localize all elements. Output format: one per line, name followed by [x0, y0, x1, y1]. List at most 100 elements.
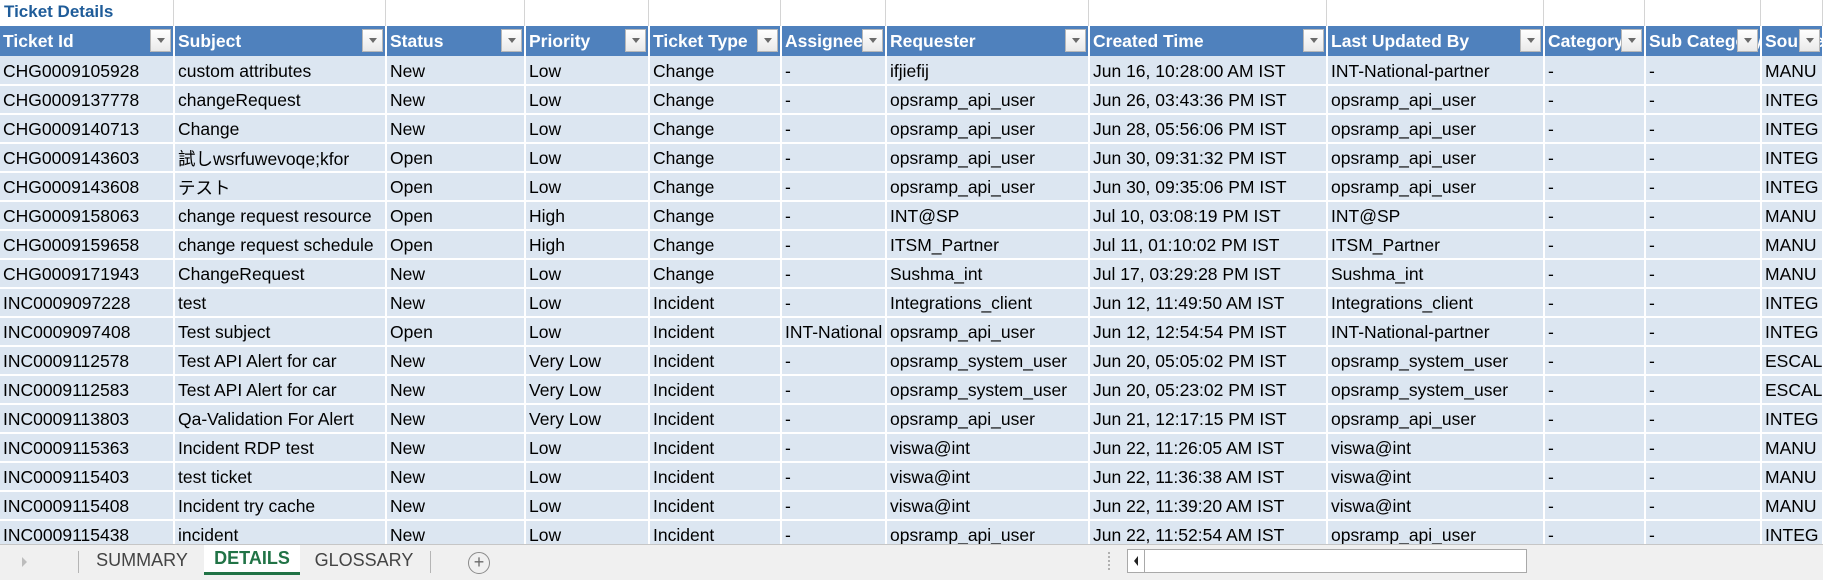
- column-header-ticket-type[interactable]: Ticket Type: [649, 26, 782, 56]
- sheet-title[interactable]: Ticket Details: [4, 2, 113, 22]
- cell-created-time[interactable]: Jun 22, 11:39:20 AM IST: [1089, 491, 1328, 521]
- cell-created-time[interactable]: Jun 30, 09:35:06 PM IST: [1089, 172, 1328, 202]
- cell-ticket-id[interactable]: CHG0009171943: [0, 259, 175, 289]
- cell-priority[interactable]: Very Low: [525, 375, 650, 405]
- cell-ticket-id[interactable]: INC0009112583: [0, 375, 175, 405]
- filter-dropdown-icon[interactable]: [1799, 29, 1820, 52]
- cell-requester[interactable]: opsramp_system_user: [886, 375, 1090, 405]
- cell-assignee[interactable]: -: [781, 288, 887, 318]
- cell-source[interactable]: MANU: [1761, 56, 1823, 86]
- cell-ticket-id[interactable]: INC0009115408: [0, 491, 175, 521]
- column-header-source[interactable]: Source: [1761, 26, 1823, 56]
- cell-category[interactable]: -: [1544, 520, 1646, 544]
- cell-ticket-type[interactable]: Change: [649, 172, 782, 202]
- cell-ticket-type[interactable]: Incident: [649, 462, 782, 492]
- cell-created-time[interactable]: Jun 22, 11:26:05 AM IST: [1089, 433, 1328, 463]
- filter-dropdown-icon[interactable]: [362, 29, 383, 52]
- cell-sub-category[interactable]: -: [1645, 317, 1762, 347]
- cell-ticket-type[interactable]: Change: [649, 114, 782, 144]
- cell-assignee[interactable]: -: [781, 230, 887, 260]
- cell-ticket-type[interactable]: Change: [649, 259, 782, 289]
- cell-assignee[interactable]: -: [781, 172, 887, 202]
- cell-sub-category[interactable]: -: [1645, 433, 1762, 463]
- cell-assignee[interactable]: -: [781, 259, 887, 289]
- tab-summary[interactable]: SUMMARY: [80, 545, 204, 575]
- cell-last-updated-by[interactable]: opsramp_api_user: [1327, 143, 1545, 173]
- cell-subject[interactable]: Test API Alert for car: [174, 375, 387, 405]
- cell-last-updated-by[interactable]: opsramp_api_user: [1327, 85, 1545, 115]
- cell-last-updated-by[interactable]: opsramp_api_user: [1327, 114, 1545, 144]
- cell-sub-category[interactable]: -: [1645, 56, 1762, 86]
- cell-sub-category[interactable]: -: [1645, 404, 1762, 434]
- cell-requester[interactable]: Integrations_client: [886, 288, 1090, 318]
- filter-dropdown-icon[interactable]: [150, 29, 171, 52]
- cell-sub-category[interactable]: -: [1645, 462, 1762, 492]
- cell-assignee[interactable]: -: [781, 404, 887, 434]
- cell-source[interactable]: MANU: [1761, 230, 1823, 260]
- cell-requester[interactable]: opsramp_api_user: [886, 520, 1090, 544]
- cell-assignee[interactable]: -: [781, 56, 887, 86]
- cell-ticket-id[interactable]: CHG0009137778: [0, 85, 175, 115]
- cell-subject[interactable]: Incident try cache: [174, 491, 387, 521]
- cell-created-time[interactable]: Jun 20, 05:23:02 PM IST: [1089, 375, 1328, 405]
- cell-sub-category[interactable]: -: [1645, 230, 1762, 260]
- cell-ticket-id[interactable]: CHG0009105928: [0, 56, 175, 86]
- cell-ticket-type[interactable]: Change: [649, 201, 782, 231]
- cell-created-time[interactable]: Jun 12, 12:54:54 PM IST: [1089, 317, 1328, 347]
- cell-ticket-type[interactable]: Incident: [649, 520, 782, 544]
- title-row-cell[interactable]: [649, 0, 781, 26]
- cell-subject[interactable]: incident: [174, 520, 387, 544]
- cell-category[interactable]: -: [1544, 491, 1646, 521]
- cell-assignee[interactable]: -: [781, 85, 887, 115]
- cell-assignee[interactable]: -: [781, 346, 887, 376]
- cell-status[interactable]: New: [386, 462, 526, 492]
- cell-ticket-type[interactable]: Incident: [649, 346, 782, 376]
- cell-status[interactable]: New: [386, 375, 526, 405]
- cell-sub-category[interactable]: -: [1645, 491, 1762, 521]
- cell-source[interactable]: MANU: [1761, 491, 1823, 521]
- cell-requester[interactable]: opsramp_system_user: [886, 346, 1090, 376]
- cell-status[interactable]: New: [386, 433, 526, 463]
- cell-assignee[interactable]: -: [781, 491, 887, 521]
- cell-requester[interactable]: viswa@int: [886, 491, 1090, 521]
- cell-last-updated-by[interactable]: opsramp_system_user: [1327, 375, 1545, 405]
- cell-created-time[interactable]: Jun 20, 05:05:02 PM IST: [1089, 346, 1328, 376]
- cell-sub-category[interactable]: -: [1645, 114, 1762, 144]
- cell-category[interactable]: -: [1544, 143, 1646, 173]
- title-row-cell[interactable]: [386, 0, 525, 26]
- add-sheet-button[interactable]: +: [468, 552, 490, 574]
- filter-dropdown-icon[interactable]: [757, 29, 778, 52]
- cell-sub-category[interactable]: -: [1645, 288, 1762, 318]
- cell-ticket-id[interactable]: CHG0009140713: [0, 114, 175, 144]
- cell-created-time[interactable]: Jun 12, 11:49:50 AM IST: [1089, 288, 1328, 318]
- cell-priority[interactable]: Very Low: [525, 346, 650, 376]
- cell-subject[interactable]: ChangeRequest: [174, 259, 387, 289]
- title-row-cell[interactable]: [1089, 0, 1327, 26]
- cell-status[interactable]: New: [386, 56, 526, 86]
- cell-priority[interactable]: Low: [525, 172, 650, 202]
- cell-source[interactable]: ESCAL: [1761, 346, 1823, 376]
- cell-subject[interactable]: change request resource: [174, 201, 387, 231]
- cell-status[interactable]: New: [386, 520, 526, 544]
- cell-category[interactable]: -: [1544, 56, 1646, 86]
- scroll-tabs-right-icon[interactable]: [22, 557, 27, 567]
- cell-category[interactable]: -: [1544, 317, 1646, 347]
- cell-priority[interactable]: Very Low: [525, 404, 650, 434]
- cell-subject[interactable]: Test API Alert for car: [174, 346, 387, 376]
- cell-status[interactable]: Open: [386, 230, 526, 260]
- cell-last-updated-by[interactable]: INT-National-partner: [1327, 56, 1545, 86]
- cell-ticket-type[interactable]: Incident: [649, 317, 782, 347]
- cell-priority[interactable]: Low: [525, 288, 650, 318]
- cell-created-time[interactable]: Jun 28, 05:56:06 PM IST: [1089, 114, 1328, 144]
- cell-priority[interactable]: High: [525, 201, 650, 231]
- cell-source[interactable]: MANU: [1761, 462, 1823, 492]
- cell-category[interactable]: -: [1544, 346, 1646, 376]
- cell-ticket-type[interactable]: Change: [649, 56, 782, 86]
- cell-last-updated-by[interactable]: opsramp_system_user: [1327, 346, 1545, 376]
- cell-requester[interactable]: ifjiefij: [886, 56, 1090, 86]
- cell-priority[interactable]: Low: [525, 491, 650, 521]
- cell-requester[interactable]: opsramp_api_user: [886, 317, 1090, 347]
- cell-priority[interactable]: Low: [525, 317, 650, 347]
- title-row-cell[interactable]: [1327, 0, 1544, 26]
- cell-priority[interactable]: Low: [525, 520, 650, 544]
